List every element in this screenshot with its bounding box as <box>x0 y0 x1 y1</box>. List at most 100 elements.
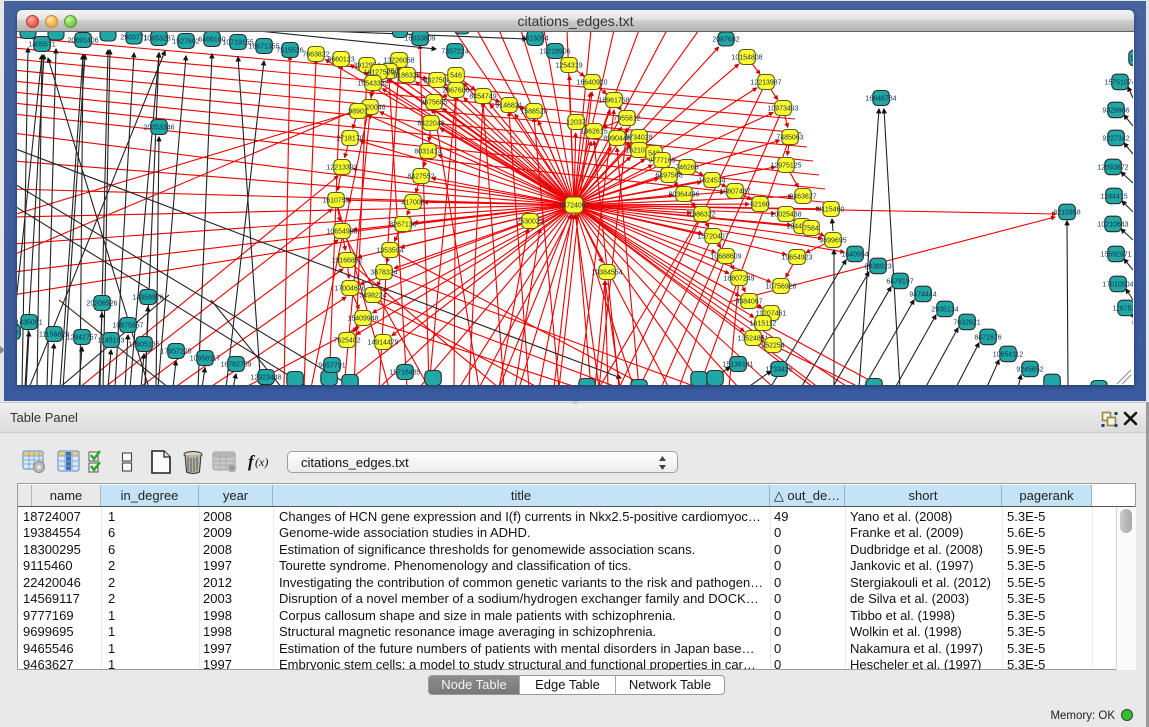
svg-text:1624534: 1624534 <box>698 178 725 185</box>
svg-text:2530023: 2530023 <box>516 219 543 226</box>
svg-text:7485063: 7485063 <box>776 135 803 142</box>
svg-text:7955812: 7955812 <box>613 116 640 123</box>
svg-text:8813054: 8813054 <box>521 36 548 43</box>
svg-text:15716485: 15716485 <box>389 370 420 377</box>
svg-text:10807487: 10807487 <box>719 189 750 196</box>
svg-text:8186328: 8186328 <box>393 73 420 80</box>
svg-text:10154808: 10154808 <box>731 55 762 62</box>
svg-text:10973493: 10973493 <box>767 106 798 113</box>
svg-text:98901: 98901 <box>348 109 368 116</box>
svg-text:12213393: 12213393 <box>326 165 357 172</box>
svg-text:1254319: 1254319 <box>555 63 582 70</box>
svg-text:1733426: 1733426 <box>765 367 792 374</box>
svg-text:19218906: 19218906 <box>539 49 570 56</box>
svg-text:15720407: 15720407 <box>697 234 728 241</box>
svg-text:6479197: 6479197 <box>886 279 913 286</box>
svg-text:15751074: 15751074 <box>1104 80 1133 87</box>
svg-text:15409948: 15409948 <box>347 316 378 323</box>
svg-text:7515526: 7515526 <box>276 48 303 55</box>
svg-text:2718170: 2718170 <box>336 136 363 143</box>
svg-text:17957225: 17957225 <box>160 349 191 356</box>
svg-text:1362615: 1362615 <box>580 129 607 136</box>
svg-text:8938923: 8938923 <box>864 264 891 271</box>
svg-text:10654983: 10654983 <box>326 229 357 236</box>
svg-text:13524851: 13524851 <box>737 336 768 343</box>
svg-text:3878324: 3878324 <box>370 270 397 277</box>
svg-text:8031414: 8031414 <box>414 149 441 156</box>
svg-text:3498224: 3498224 <box>359 293 386 300</box>
svg-text:62160: 62160 <box>750 202 770 209</box>
svg-text:16782759: 16782759 <box>220 362 251 369</box>
svg-text:9734028: 9734028 <box>625 135 652 142</box>
svg-text:9463627: 9463627 <box>789 194 816 201</box>
svg-text:10688609: 10688609 <box>710 254 741 261</box>
svg-text:1167534: 1167534 <box>1113 306 1133 313</box>
svg-text:20053346: 20053346 <box>143 125 174 132</box>
svg-text:1353594: 1353594 <box>376 248 403 255</box>
svg-text:9329966: 9329966 <box>1102 108 1129 115</box>
svg-text:18724007: 18724007 <box>558 203 589 210</box>
svg-text:12093872: 12093872 <box>1097 165 1128 172</box>
svg-text:10958117: 10958117 <box>190 356 221 363</box>
svg-text:1615112: 1615112 <box>750 321 777 328</box>
svg-text:10210643: 10210643 <box>1097 222 1128 229</box>
svg-text:9115460: 9115460 <box>818 207 845 214</box>
svg-text:10543332: 10543332 <box>357 81 388 88</box>
svg-text:12942757: 12942757 <box>66 335 97 342</box>
svg-text:16961758: 16961758 <box>598 98 629 105</box>
svg-text:8267130: 8267130 <box>389 222 416 229</box>
svg-text:18807249: 18807249 <box>723 276 754 283</box>
svg-text:1405571: 1405571 <box>28 42 55 49</box>
svg-text:14914479: 14914479 <box>367 340 398 347</box>
svg-text:16640910: 16640910 <box>576 80 607 87</box>
svg-text:16671355: 16671355 <box>248 44 279 51</box>
svg-text:7663822: 7663822 <box>302 52 329 59</box>
svg-text:16033809: 16033809 <box>404 36 435 43</box>
svg-text:1112: 1112 <box>1130 56 1133 63</box>
svg-text:1640954: 1640954 <box>841 252 868 259</box>
svg-text:1244415: 1244415 <box>1100 194 1127 201</box>
svg-text:9474444: 9474444 <box>909 292 936 299</box>
svg-text:2087682: 2087682 <box>712 37 739 44</box>
svg-text:9327508: 9327508 <box>423 78 450 85</box>
svg-text:20691406: 20691406 <box>67 38 98 45</box>
svg-text:19384554: 19384554 <box>591 270 622 277</box>
svg-text:1527602: 1527602 <box>172 39 199 46</box>
svg-text:11156829: 11156829 <box>39 332 69 339</box>
svg-text:7632621: 7632621 <box>953 320 980 327</box>
svg-text:7584: 7584 <box>803 226 819 233</box>
svg-text:19166852: 19166852 <box>331 258 362 265</box>
svg-text:10653287: 10653287 <box>143 36 174 43</box>
svg-text:1435001: 1435001 <box>17 320 43 327</box>
svg-text:7625402: 7625402 <box>333 338 360 345</box>
svg-text:14359926: 14359926 <box>132 295 163 302</box>
svg-text:9699695: 9699695 <box>819 238 846 245</box>
svg-text:8660123: 8660123 <box>327 57 354 64</box>
svg-text:3875685: 3875685 <box>420 100 447 107</box>
svg-text:10025438: 10025438 <box>770 212 801 219</box>
svg-text:17010504: 17010504 <box>1102 282 1133 289</box>
svg-text:20364436: 20364436 <box>668 192 699 199</box>
svg-text:39101: 39101 <box>17 330 22 337</box>
svg-text:12905135: 12905135 <box>128 342 159 349</box>
svg-text:8215958: 8215958 <box>1053 210 1080 217</box>
svg-text:8471676: 8471676 <box>974 335 1001 342</box>
svg-text:9777169: 9777169 <box>648 158 675 165</box>
svg-text:746266: 746266 <box>675 165 698 172</box>
svg-text:(x): (x) <box>255 455 268 469</box>
svg-text:19654923: 19654923 <box>781 255 812 262</box>
svg-text:8427552: 8427552 <box>407 174 434 181</box>
svg-text:1145193: 1145193 <box>98 338 125 345</box>
svg-text:12213987: 12213987 <box>750 80 781 87</box>
svg-text:15136141: 15136141 <box>722 362 753 369</box>
svg-text:10756928: 10756928 <box>765 284 796 291</box>
svg-text:9384067: 9384067 <box>735 299 762 306</box>
svg-text:546: 546 <box>450 73 462 80</box>
svg-text:20206526: 20206526 <box>86 301 117 308</box>
svg-text:1588520: 1588520 <box>520 109 547 116</box>
svg-text:252254: 252254 <box>761 343 784 350</box>
svg-text:8454749: 8454749 <box>469 94 496 101</box>
svg-text:15692971: 15692971 <box>1100 252 1131 259</box>
svg-text:7357224: 7357224 <box>441 49 468 56</box>
svg-text:12923448: 12923448 <box>250 375 281 382</box>
